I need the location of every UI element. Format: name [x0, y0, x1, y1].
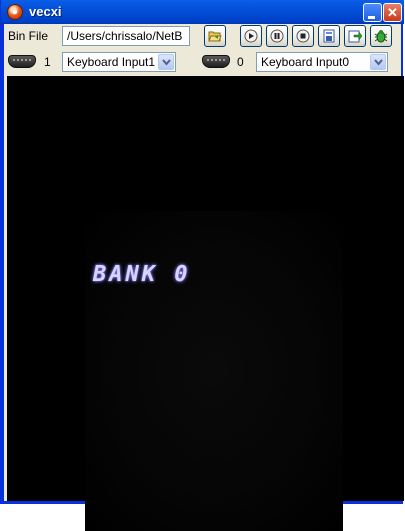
play-button[interactable] — [240, 25, 262, 47]
app-window: vecxi ✕ Bin File /Users/chrissalo/NetB 1… — [0, 0, 404, 531]
pause-icon — [270, 29, 284, 43]
joystick-port-icon — [8, 55, 36, 68]
bin-file-path-field[interactable]: /Users/chrissalo/NetB — [62, 26, 190, 46]
folder-open-icon — [208, 31, 222, 42]
load-bin-button[interactable] — [204, 25, 226, 47]
dropdown-arrow-button[interactable] — [370, 54, 386, 70]
save-state-icon — [323, 29, 335, 43]
stop-icon — [296, 29, 310, 43]
bin-file-label: Bin File — [8, 29, 49, 43]
stop-button[interactable] — [292, 25, 314, 47]
play-icon — [244, 29, 258, 43]
save-state-button[interactable] — [318, 25, 340, 47]
minimize-button[interactable] — [363, 3, 382, 22]
title-bar[interactable]: vecxi ✕ — [1, 0, 404, 24]
joystick-0-number: 0 — [237, 55, 244, 69]
joystick-1-number: 1 — [44, 55, 51, 69]
toolbar-row: Bin File /Users/chrissalo/NetB — [4, 24, 401, 48]
dropdown-arrow-button[interactable] — [158, 54, 174, 70]
joystick-0-input-value: Keyboard Input0 — [261, 55, 350, 69]
pause-button[interactable] — [266, 25, 288, 47]
controller-row: 1 Keyboard Input1 0 Keyboard Input0 — [4, 50, 401, 74]
close-button[interactable]: ✕ — [383, 3, 402, 22]
chevron-down-icon — [374, 59, 383, 66]
load-state-icon — [348, 30, 362, 43]
emulator-screen[interactable]: BANK 0 — [7, 76, 404, 531]
joystick-1-input-value: Keyboard Input1 — [67, 55, 156, 69]
load-state-button[interactable] — [344, 25, 366, 47]
app-icon — [7, 4, 23, 20]
chevron-down-icon — [162, 59, 171, 66]
debug-bug-icon — [374, 30, 388, 43]
joystick-0-input-select[interactable]: Keyboard Input0 — [256, 52, 388, 72]
debug-button[interactable] — [370, 25, 392, 47]
joystick-port-icon — [202, 55, 230, 68]
window-title: vecxi — [29, 4, 62, 19]
joystick-1-input-select[interactable]: Keyboard Input1 — [62, 52, 176, 72]
client-area: Bin File /Users/chrissalo/NetB 1 Keyboar… — [4, 24, 404, 531]
vector-display-text: BANK 0 — [93, 262, 191, 287]
